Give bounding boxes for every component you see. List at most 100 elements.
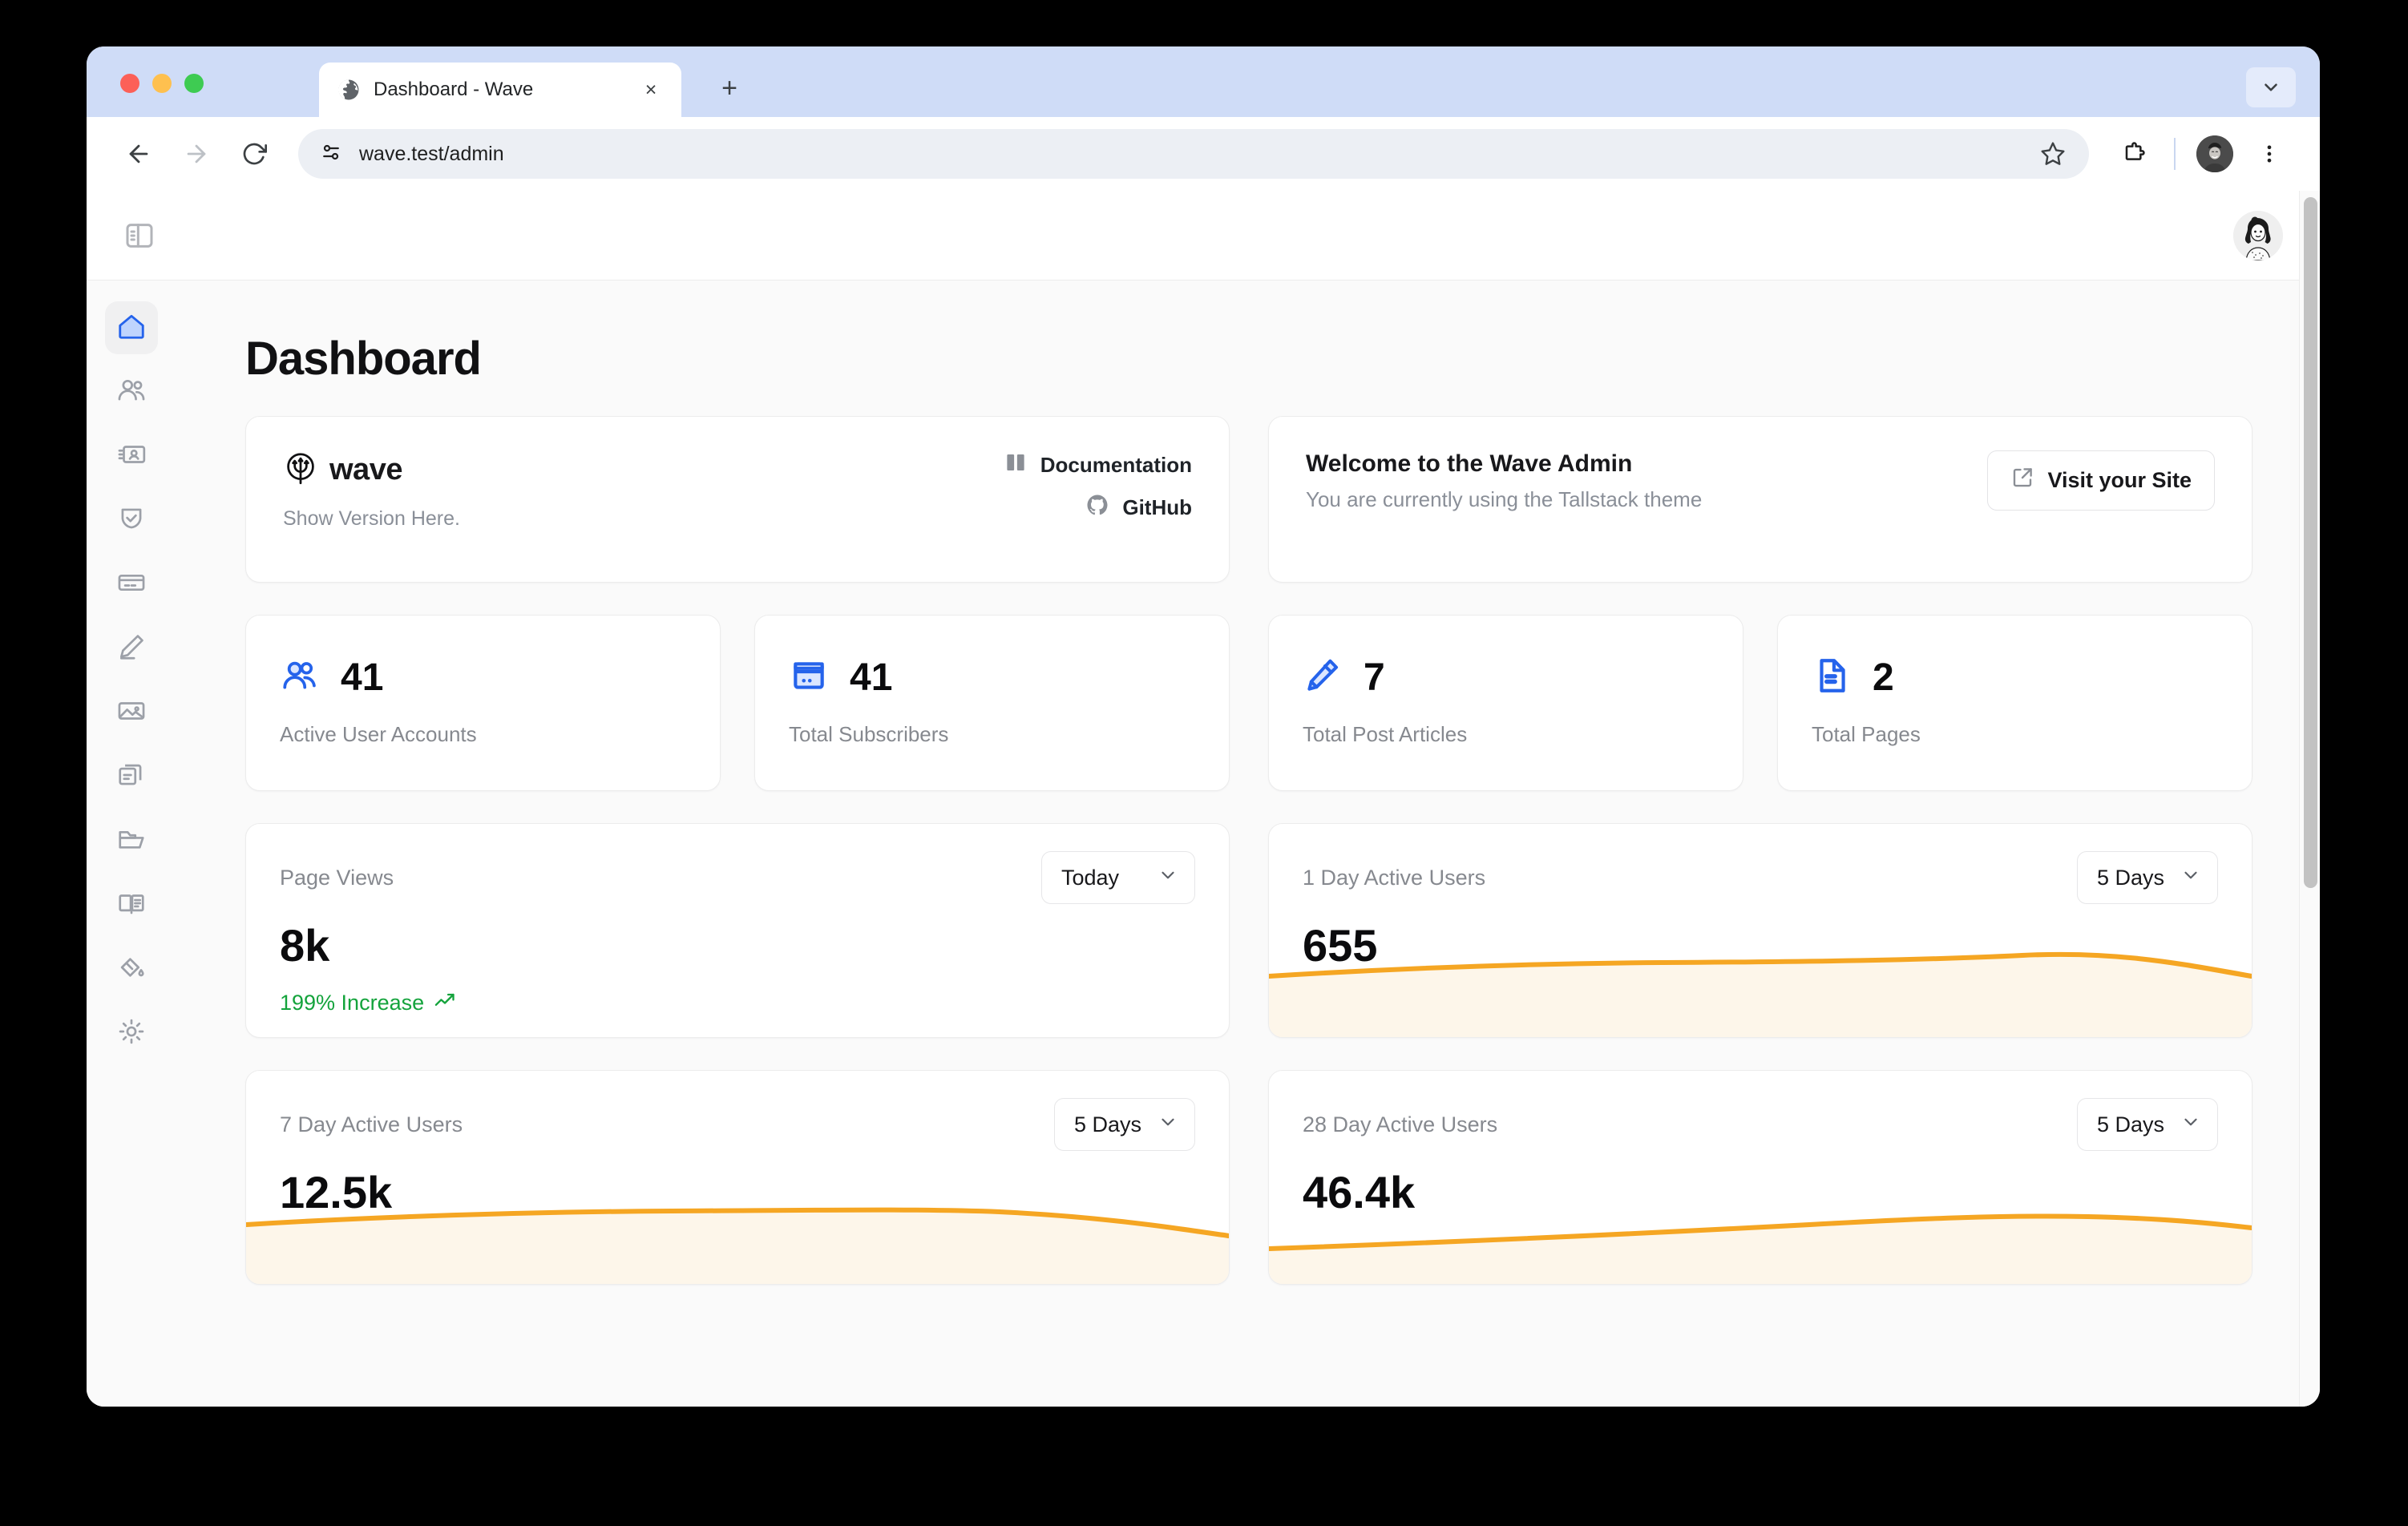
page-scrollbar-track[interactable]	[2299, 191, 2320, 1407]
avatar	[2196, 135, 2233, 172]
metric-head: Page Views Today	[280, 851, 1195, 904]
close-tab-button[interactable]: ×	[638, 77, 664, 103]
trend-up-icon	[434, 989, 456, 1017]
github-link[interactable]: GitHub	[1085, 493, 1192, 523]
browser-tabstrip: Dashboard - Wave × +	[87, 46, 2320, 117]
stat-value: 41	[341, 656, 384, 699]
dropdown-value: Today	[1061, 865, 1120, 890]
sidebar-item-posts[interactable]	[105, 622, 158, 675]
metrics-row-2: 7 Day Active Users 5 Days 12.5k 28 Day A…	[245, 1070, 2252, 1285]
sidebar-item-pages[interactable]	[105, 750, 158, 803]
metric-card-1-day-active-users: 1 Day Active Users 5 Days 655	[1268, 823, 2252, 1038]
dropdown-value: 5 Days	[2096, 1112, 2164, 1136]
metric-card-page-views: Page Views Today 8k 199% Increase	[245, 823, 1230, 1038]
user-avatar[interactable]	[2233, 210, 2283, 260]
globe-icon	[337, 78, 361, 102]
pencil-icon	[116, 632, 147, 666]
metric-label: 28 Day Active Users	[1303, 1112, 1498, 1136]
metric-delta: 199% Increase	[280, 989, 1195, 1017]
stat-label: Total Post Articles	[1303, 722, 1468, 746]
stat-label: Total Subscribers	[789, 722, 949, 746]
documentation-label: Documentation	[1040, 453, 1192, 477]
book-open-icon	[116, 888, 147, 922]
sidebar-item-settings[interactable]	[105, 1007, 158, 1060]
one-day-range-dropdown[interactable]: 5 Days	[2076, 851, 2218, 904]
new-tab-button[interactable]: +	[712, 71, 747, 106]
stat-value: 7	[1364, 656, 1385, 699]
gear-icon	[116, 1016, 147, 1051]
back-button[interactable]	[114, 129, 164, 179]
welcome-subtitle: You are currently using the Tallstack th…	[1306, 487, 1703, 511]
close-window-button[interactable]	[120, 74, 139, 93]
browser-window: Dashboard - Wave × + wave.test/admin Das…	[87, 46, 2320, 1407]
brand-left: wave Show Version Here.	[283, 450, 460, 548]
users-icon	[280, 656, 320, 700]
sidebar-item-roles[interactable]	[105, 494, 158, 547]
metric-value: 8k	[280, 920, 330, 971]
book-icon	[1004, 450, 1028, 480]
stat-card-total-posts: 7 Total Post Articles	[1268, 615, 1743, 791]
brand-name: wave	[329, 453, 402, 486]
visit-your-site-label: Visit your Site	[2047, 468, 2192, 492]
page-scrollbar-thumb[interactable]	[2304, 197, 2317, 888]
page-title: Dashboard	[245, 333, 482, 385]
welcome-card: Welcome to the Wave Admin You are curren…	[1268, 416, 2252, 583]
bookmark-star-icon[interactable]	[2030, 131, 2076, 177]
sidebar-item-docs[interactable]	[105, 878, 158, 931]
toolbar-divider	[2174, 138, 2176, 170]
metric-card-7-day-active-users: 7 Day Active Users 5 Days 12.5k	[245, 1070, 1230, 1285]
extensions-puzzle-icon[interactable]	[2111, 131, 2158, 177]
twentyeight-day-range-dropdown[interactable]: 5 Days	[2076, 1098, 2218, 1151]
github-label: GitHub	[1122, 495, 1192, 519]
minimize-window-button[interactable]	[152, 74, 172, 93]
metric-head: 7 Day Active Users 5 Days	[280, 1098, 1195, 1151]
metric-value: 46.4k	[1303, 1167, 1416, 1217]
metric-card-28-day-active-users: 28 Day Active Users 5 Days 46.4k	[1268, 1070, 2252, 1285]
window-controls	[120, 74, 204, 93]
welcome-title: Welcome to the Wave Admin	[1306, 450, 1633, 477]
folder-icon	[116, 824, 147, 858]
metric-delta-label: 199% Increase	[280, 991, 425, 1015]
tab-list-chevron-down-icon[interactable]	[2246, 67, 2296, 107]
sidebar-item-themes[interactable]	[105, 943, 158, 995]
visit-your-site-button[interactable]: Visit your Site	[1987, 450, 2215, 511]
metric-head: 1 Day Active Users 5 Days	[1303, 851, 2218, 904]
page-content: Dashboard wave Show Version Here. Docume…	[176, 281, 2320, 1407]
stat-value: 41	[850, 656, 893, 699]
dropdown-value: 5 Days	[2096, 865, 2164, 890]
browser-toolbar: wave.test/admin	[87, 117, 2320, 191]
sidebar-item-media[interactable]	[105, 686, 158, 739]
stat-cards-left-group: 41 Active User Accounts 41 Total Subscri…	[245, 615, 1230, 791]
sidebar-item-dashboard[interactable]	[105, 301, 158, 354]
sidebar-toggle-icon[interactable]	[117, 213, 162, 258]
stat-row: 41	[789, 656, 1195, 700]
sidebar-item-profiles[interactable]	[105, 430, 158, 482]
site-settings-icon[interactable]	[319, 140, 343, 168]
browser-menu-kebab-icon[interactable]	[2246, 131, 2293, 177]
address-bar[interactable]: wave.test/admin	[298, 129, 2089, 179]
metric-head: 28 Day Active Users 5 Days	[1303, 1098, 2218, 1151]
metric-value: 655	[1303, 920, 1378, 971]
image-icon	[116, 696, 147, 730]
browser-profile-avatar[interactable]	[2192, 131, 2238, 177]
wave-trident-logo-icon	[283, 450, 318, 490]
sidebar-item-users[interactable]	[105, 365, 158, 418]
page-views-range-dropdown[interactable]: Today	[1041, 851, 1195, 904]
brand-card: wave Show Version Here. Documentation Gi…	[245, 416, 1230, 583]
stat-card-total-subscribers: 41 Total Subscribers	[754, 615, 1230, 791]
maximize-window-button[interactable]	[184, 74, 204, 93]
chevron-down-icon	[1158, 1112, 1178, 1138]
sidebar-item-categories[interactable]	[105, 814, 158, 867]
sidebar-nav	[87, 281, 176, 1407]
browser-tab[interactable]: Dashboard - Wave ×	[319, 63, 681, 117]
documentation-link[interactable]: Documentation	[1004, 450, 1192, 480]
home-icon	[116, 311, 147, 345]
credit-card-icon	[116, 567, 147, 602]
forward-button[interactable]	[172, 129, 221, 179]
credit-card-icon	[789, 656, 829, 700]
chevron-down-icon	[1158, 865, 1178, 891]
reload-button[interactable]	[229, 129, 279, 179]
document-icon	[1812, 656, 1852, 700]
sidebar-item-billing[interactable]	[105, 558, 158, 611]
seven-day-range-dropdown[interactable]: 5 Days	[1053, 1098, 1195, 1151]
